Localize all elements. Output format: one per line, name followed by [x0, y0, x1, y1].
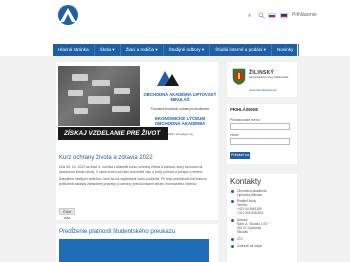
- home-icon: [231, 189, 234, 193]
- contact-item: Riaditeľ školy Telefón: +421 44 5561189 …: [231, 199, 263, 215]
- banner-photo: [58, 66, 140, 126]
- main-navigation: Hlavná stránka Škola ▾ Žiaci a rodičia ▾…: [53, 44, 320, 56]
- contact-text: Obchodná akadémia, Liptovský Mikuláš: [237, 189, 268, 197]
- region-banner[interactable]: ŽILINSKÝ samosprávny kraj zriaďovateľ ww…: [227, 62, 297, 97]
- region-url[interactable]: www.zilinskazupa.sk: [249, 88, 276, 92]
- contact-text: Adresa: Nábr. A. Stodolu 1767 031 01 Lip…: [237, 218, 269, 234]
- site-header: A Prihlásenie: [0, 0, 350, 44]
- nav-item-students-parents[interactable]: Žiaci a rodičia ▾: [121, 44, 164, 56]
- article-paragraph: Dňa 05. 10. 2022 sa žiaci 3. ročníka zúč…: [59, 165, 204, 174]
- contact-item: IČO: [231, 237, 243, 241]
- phone-icon: [231, 199, 234, 203]
- nav-item-news[interactable]: Novinky: [272, 44, 300, 56]
- promo-banner[interactable]: OBCHODNÁ AKADÉMIA LIPTOVSKÝ MIKULÁŠ Povo…: [56, 62, 218, 150]
- banner-school-name: OBCHODNÁ AKADÉMIA LIPTOVSKÝ MIKULÁŠ: [143, 92, 217, 102]
- nav-item-contact[interactable]: Kontakt: [299, 44, 325, 56]
- banner-description: Povolanie budúcich súčasným študentom: [150, 107, 210, 111]
- contacts-title: Kontakty: [230, 177, 262, 186]
- username-field[interactable]: [230, 123, 290, 130]
- region-subtitle: samosprávny kraj zriaďovateľ: [249, 75, 289, 79]
- password-field[interactable]: [230, 138, 290, 145]
- article-title[interactable]: Predĺženie platnosti študentského preuka…: [59, 228, 215, 236]
- region-crest-icon: [232, 68, 246, 85]
- banner-slogan: ZÍSKAJ VZDELANIE PRE ŽIVOT: [58, 127, 168, 140]
- login-heading: PRIHLÁSENIE: [230, 107, 259, 112]
- contact-item: Obchodná akadémia, Liptovský Mikuláš: [231, 189, 267, 197]
- flag-sk-icon[interactable]: [268, 13, 276, 18]
- contact-item: Adresa: Nábr. A. Stodolu 1767 031 01 Lip…: [231, 218, 268, 234]
- nav-item-home[interactable]: Hlavná stránka: [53, 44, 95, 56]
- news-article: Predĺženie platnosti študentského preuka…: [56, 224, 218, 262]
- map-link[interactable]: Zobraziť na mape: [237, 244, 262, 248]
- id-icon: [231, 237, 234, 241]
- banner-programs: EKONOMICKÉ LÝCEUM OBCHODNÁ AKADÉMIA: [154, 116, 206, 126]
- banner-logo: [157, 71, 179, 86]
- username-label: Prihlasovacie meno: [230, 118, 260, 122]
- nav-item-school[interactable]: Škola ▾: [95, 44, 121, 56]
- login-link[interactable]: Prihlásenie: [292, 12, 317, 18]
- font-size-toggle[interactable]: A: [248, 12, 251, 20]
- read-more-button[interactable]: Čítať viac: [59, 208, 75, 220]
- login-panel: PRIHLÁSENIE Prihlasovacie meno Heslo Pri…: [227, 104, 297, 164]
- nav-item-studies[interactable]: Štúdiá interné a podáni ▾: [210, 44, 272, 56]
- login-button[interactable]: Prihlásiť sa: [230, 152, 250, 159]
- contacts-panel: Kontakty Obchodná akadémia, Liptovský Mi…: [227, 174, 297, 262]
- contact-text: IČO: [237, 237, 243, 241]
- map-icon: [231, 244, 234, 248]
- contact-text[interactable]: Riaditeľ školy Telefón: +421 44 5561189 …: [237, 199, 263, 215]
- flag-en-icon[interactable]: [280, 13, 288, 18]
- article-paragraph: Ďakujeme všetkým učiteľom, ktorí sa na o…: [59, 177, 207, 186]
- school-logo[interactable]: [56, 4, 80, 26]
- article-title[interactable]: Kurz ochrany života a zdravia 2022: [59, 154, 215, 162]
- password-label: Heslo: [230, 133, 239, 137]
- location-icon: [231, 218, 234, 222]
- article-image[interactable]: [59, 239, 209, 262]
- search-icon[interactable]: [258, 12, 265, 19]
- contact-item: Zobraziť na mape: [231, 244, 262, 248]
- nav-item-study-fields[interactable]: Študijné odbory ▾: [164, 44, 211, 56]
- news-article: Kurz ochrany života a zdravia 2022 Dňa 0…: [56, 150, 218, 220]
